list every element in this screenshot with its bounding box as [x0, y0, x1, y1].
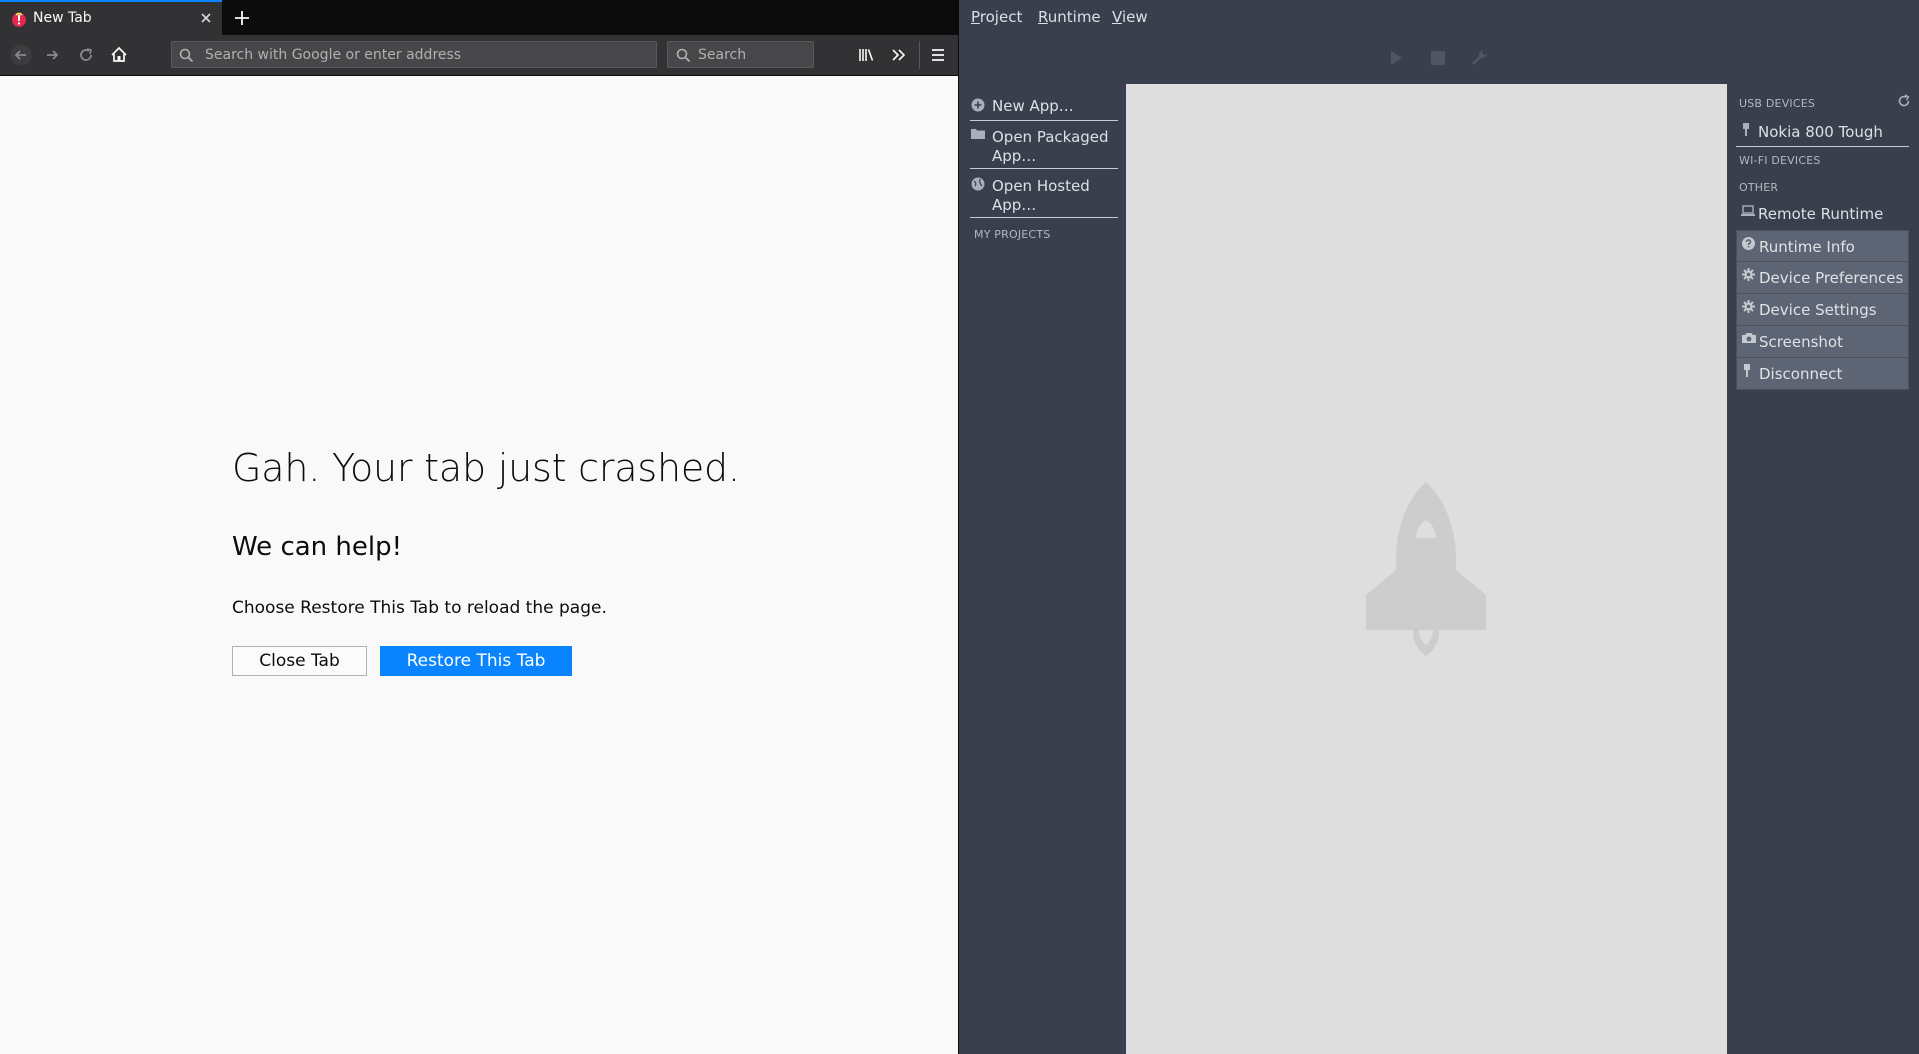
menu-view[interactable]: View [1112, 8, 1148, 26]
stop-icon[interactable] [1428, 48, 1448, 68]
menu-bar: Project Runtime View [959, 0, 1919, 34]
address-bar-placeholder: Search with Google or enter address [205, 47, 462, 63]
runtime-nokia-800-tough[interactable]: Nokia 800 Tough [1736, 117, 1909, 147]
library-icon[interactable] [856, 44, 878, 66]
action-label: Disconnect [1759, 365, 1843, 383]
question-icon [1742, 237, 1755, 250]
action-label: Device Settings [1759, 301, 1877, 319]
hamburger-menu-icon[interactable] [927, 44, 949, 66]
runtime-label: Nokia 800 Tough [1758, 123, 1883, 141]
crash-page-title: Gah. Your tab just crashed. [232, 446, 740, 490]
webide-toolbar [959, 34, 1919, 82]
new-app-item[interactable]: New App… [970, 94, 1118, 121]
other-heading: OTHER [1739, 181, 1779, 194]
close-tab-button[interactable]: Close Tab [232, 646, 367, 676]
rocket-logo-icon [1366, 480, 1486, 660]
runtime-panel: USB DEVICES Nokia 800 Tough WI-FI DEVICE… [1734, 84, 1919, 1054]
runtime-label: Remote Runtime [1758, 205, 1884, 223]
globe-icon [971, 177, 985, 191]
tab-new-tab[interactable]: New Tab [0, 0, 222, 35]
camera-icon [1742, 332, 1756, 344]
open-hosted-app-label: Open Hosted App… [992, 177, 1090, 214]
menu-project-mnemonic: P [971, 8, 980, 26]
folder-icon [971, 128, 985, 140]
home-icon[interactable] [108, 44, 130, 66]
search-icon [676, 48, 691, 63]
search-box[interactable]: Search [667, 41, 814, 68]
action-label: Screenshot [1759, 333, 1843, 351]
runtime-info-action[interactable]: Runtime Info [1736, 230, 1909, 262]
crash-page-subtitle: We can help! [232, 532, 403, 562]
crash-page: Gah. Your tab just crashed. We can help!… [0, 76, 958, 1054]
navigation-toolbar: Search with Google or enter address Sear… [0, 35, 958, 76]
menu-project-label: roject [979, 8, 1023, 26]
toolbar-separator [919, 41, 920, 69]
plus-circle-icon [971, 98, 985, 112]
usb-plug-icon [1741, 123, 1751, 137]
open-packaged-app-label: Open Packaged App… [992, 128, 1109, 165]
new-tab-plus-icon[interactable] [231, 7, 253, 29]
app-preview-area [1126, 84, 1727, 1054]
back-arrow-icon[interactable] [10, 44, 32, 66]
my-projects-heading: MY PROJECTS [974, 228, 1051, 241]
usb-plug-icon [1742, 364, 1752, 378]
menu-project[interactable]: Project [971, 8, 1022, 26]
play-icon[interactable] [1386, 48, 1406, 68]
forward-arrow-icon[interactable] [42, 44, 64, 66]
menu-view-mnemonic: V [1112, 8, 1122, 26]
laptop-icon [1741, 205, 1755, 217]
webide-window: Project Runtime View New App… Open Packa… [959, 0, 1919, 1054]
new-app-label: New App… [992, 97, 1074, 115]
menu-runtime-label: untime [1047, 8, 1101, 26]
wifi-devices-heading: WI-FI DEVICES [1739, 154, 1821, 167]
screenshot-action[interactable]: Screenshot [1736, 326, 1909, 358]
reload-icon[interactable] [75, 44, 97, 66]
wrench-icon[interactable] [1469, 48, 1489, 68]
open-hosted-app-item[interactable]: Open Hosted App… [970, 173, 1118, 218]
usb-devices-heading: USB DEVICES [1739, 97, 1816, 110]
search-box-placeholder: Search [698, 47, 747, 63]
open-packaged-app-item[interactable]: Open Packaged App… [970, 124, 1118, 169]
address-bar[interactable]: Search with Google or enter address [171, 41, 657, 68]
overflow-chevron-icon[interactable] [888, 44, 910, 66]
gear-icon [1742, 300, 1755, 313]
menu-runtime[interactable]: Runtime [1038, 8, 1101, 26]
menu-view-label: iew [1121, 8, 1148, 26]
crashed-tab-favicon-icon [10, 10, 28, 28]
crash-page-description: Choose Restore This Tab to reload the pa… [232, 598, 607, 618]
menu-runtime-mnemonic: R [1038, 8, 1048, 26]
restore-tab-button[interactable]: Restore This Tab [380, 646, 572, 676]
action-label: Runtime Info [1759, 238, 1855, 256]
firefox-window: New Tab Search with Google or enter addr… [0, 0, 959, 1054]
tab-strip: New Tab [0, 0, 958, 35]
close-tab-icon[interactable] [199, 11, 213, 25]
device-settings-action[interactable]: Device Settings [1736, 294, 1909, 326]
disconnect-action[interactable]: Disconnect [1736, 358, 1909, 390]
project-panel: New App… Open Packaged App… Open Hosted … [959, 84, 1123, 1054]
tab-title: New Tab [33, 10, 92, 26]
action-label: Device Preferences [1759, 269, 1904, 287]
search-icon [179, 48, 194, 63]
refresh-icon[interactable] [1897, 94, 1911, 108]
runtime-remote-runtime[interactable]: Remote Runtime [1736, 199, 1909, 228]
gear-icon [1742, 268, 1755, 281]
device-preferences-action[interactable]: Device Preferences [1736, 262, 1909, 294]
